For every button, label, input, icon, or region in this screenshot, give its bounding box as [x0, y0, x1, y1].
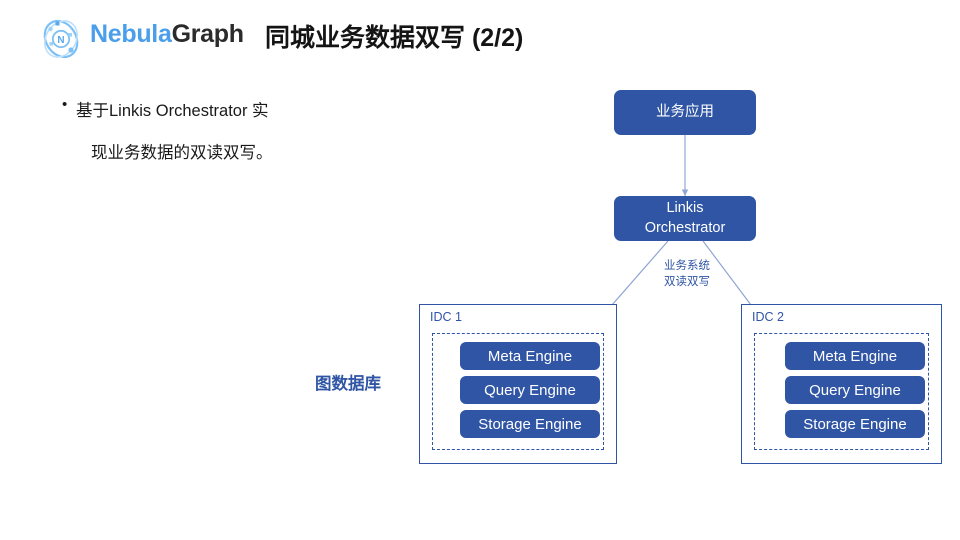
svg-text:N: N — [57, 35, 64, 46]
slide-header: N NebulaGraph 同城业务数据双写 (2/2) — [0, 0, 960, 70]
bullet-line-1: 基于Linkis Orchestrator 实 — [76, 102, 269, 120]
idc-2-meta-engine[interactable]: Meta Engine — [785, 342, 925, 370]
brand-wordmark-nebula: Nebula — [90, 20, 172, 48]
edge-label-dual-readwrite: 业务系统 双读双写 — [651, 258, 723, 290]
edge-label-line-2: 双读双写 — [664, 276, 710, 288]
idc-1-label: IDC 1 — [430, 310, 462, 324]
brand-wordmark: NebulaGraph — [90, 20, 244, 49]
idc-2-engine-stack: Meta Engine Query Engine Storage Engine — [785, 342, 925, 438]
idc-group-1: IDC 1 Meta Engine Query Engine Storage E… — [419, 304, 617, 464]
idc-1-storage-engine[interactable]: Storage Engine — [460, 410, 600, 438]
edge-label-line-1: 业务系统 — [664, 260, 710, 272]
node-linkis-orchestrator[interactable]: Linkis Orchestrator — [614, 196, 756, 241]
idc-1-meta-engine[interactable]: Meta Engine — [460, 342, 600, 370]
idc-2-query-engine[interactable]: Query Engine — [785, 376, 925, 404]
bullet-line-2: 现业务数据的双读双写。 — [91, 144, 273, 162]
page-title: 同城业务数据双写 (2/2) — [265, 24, 524, 52]
nebula-orbit-logo-icon: N — [38, 16, 84, 62]
idc-2-inner-boundary: Meta Engine Query Engine Storage Engine — [754, 333, 929, 450]
idc-1-engine-stack: Meta Engine Query Engine Storage Engine — [460, 342, 600, 438]
idc-group-2: IDC 2 Meta Engine Query Engine Storage E… — [741, 304, 942, 464]
architecture-diagram: 业务应用 Linkis Orchestrator 业务系统 双读双写 图数据库 … — [0, 0, 960, 540]
node-business-app[interactable]: 业务应用 — [614, 90, 756, 135]
node-linkis-line-1: Linkis — [666, 200, 704, 217]
bullet-marker-icon: • — [62, 96, 68, 113]
connector-lines — [583, 135, 773, 338]
idc-2-label: IDC 2 — [752, 310, 784, 324]
idc-1-inner-boundary: Meta Engine Query Engine Storage Engine — [432, 333, 604, 450]
bullet-lines: 基于Linkis Orchestrator 实 现业务数据的双读双写。 — [76, 90, 392, 174]
graph-database-label: 图数据库 — [315, 375, 381, 393]
idc-1-query-engine[interactable]: Query Engine — [460, 376, 600, 404]
idc-2-storage-engine[interactable]: Storage Engine — [785, 410, 925, 438]
bullet-text-block: • 基于Linkis Orchestrator 实 现业务数据的双读双写。 — [62, 90, 392, 174]
node-linkis-line-2: Orchestrator — [644, 219, 726, 236]
brand-wordmark-graph: Graph — [171, 20, 244, 48]
list-item: • 基于Linkis Orchestrator 实 现业务数据的双读双写。 — [62, 90, 392, 174]
